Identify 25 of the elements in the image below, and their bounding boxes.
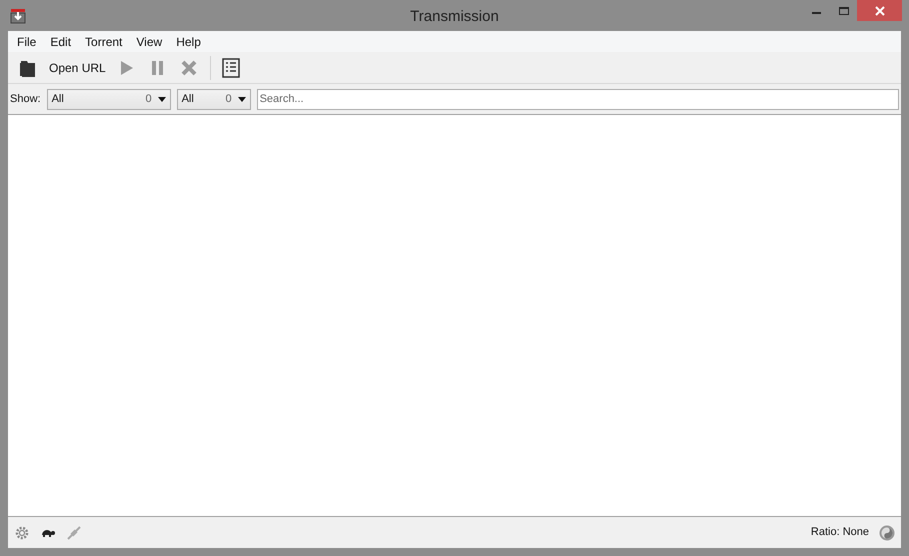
window-title: Transmission [410,7,499,27]
turtle-icon[interactable] [40,528,56,538]
ratio-icon[interactable] [879,524,895,540]
menu-item[interactable]: Edit [43,32,78,50]
app-icon [10,8,26,24]
filter-dropdown[interactable]: All 0 [176,88,251,110]
menu-item[interactable]: Help [169,32,208,50]
close-button[interactable] [857,0,902,21]
dropdown-arrow-icon [238,96,246,102]
gear-icon[interactable] [14,524,30,540]
menu-item[interactable]: File [10,32,44,50]
search-field[interactable]: Search... [256,88,899,110]
close-icon [181,60,198,76]
plug-icon [66,524,82,540]
dropdown-arrow-icon [158,96,166,102]
open-url-button[interactable]: Open URL [45,54,110,80]
pause-icon [152,60,164,74]
play-icon [120,60,134,76]
show-label: Show: [10,92,41,107]
menu-item[interactable]: View [129,32,170,50]
ratio-text: Ratio: None [810,525,869,540]
list-icon [222,58,240,78]
filter-dropdown[interactable]: All 0 [46,88,171,110]
close-icon [874,6,884,16]
menu-item[interactable]: Torrent [78,32,130,50]
